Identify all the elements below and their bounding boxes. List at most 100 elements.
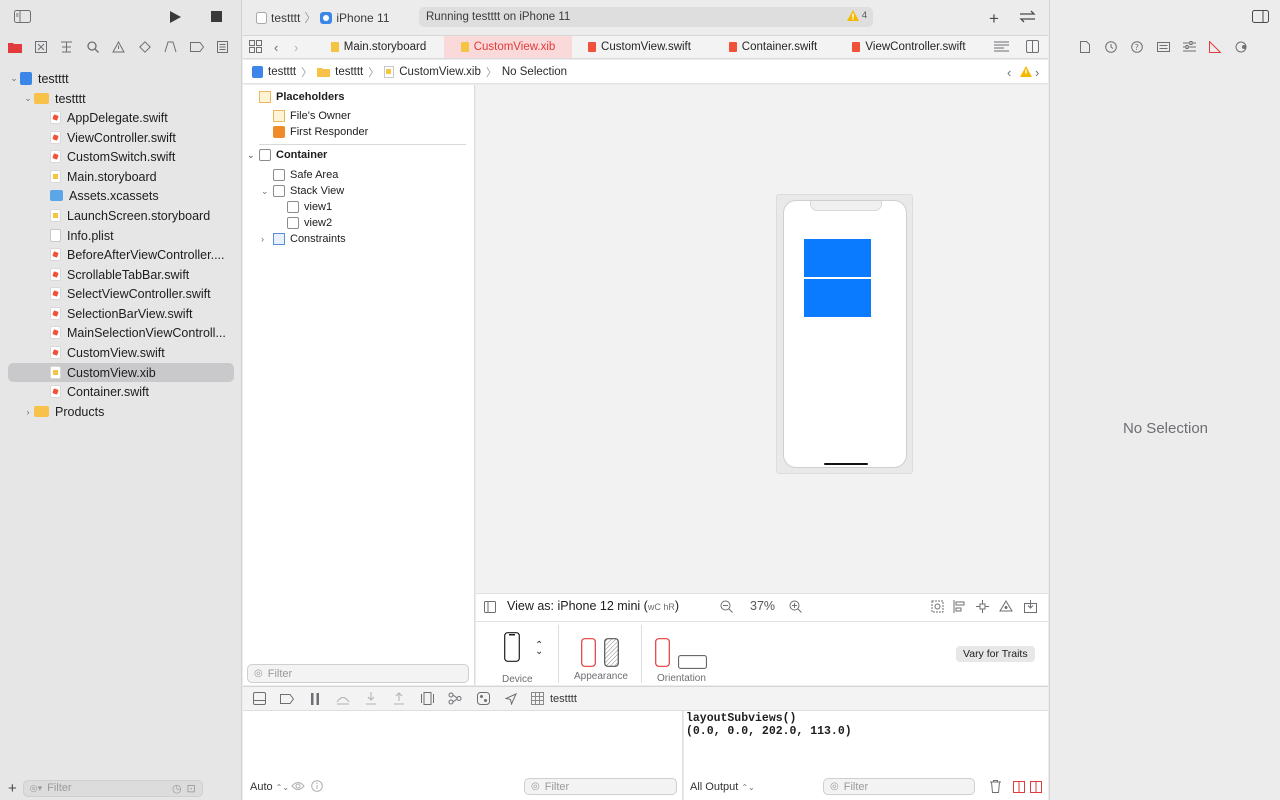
hide-debug-area-icon[interactable]: [251, 691, 267, 707]
landscape-orientation-icon[interactable]: [678, 655, 707, 669]
outline-safe-area[interactable]: Safe Area: [273, 167, 338, 183]
trash-icon[interactable]: [990, 780, 1001, 793]
navigator-item[interactable]: CustomView.xib: [8, 363, 234, 382]
sidebar-toggle-icon[interactable]: [14, 10, 31, 23]
navigator-item[interactable]: LaunchScreen.storyboard: [8, 206, 234, 225]
breakpoint-navigator-icon[interactable]: [188, 39, 205, 56]
test-navigator-icon[interactable]: [136, 39, 153, 56]
environment-overrides-icon[interactable]: [475, 691, 491, 707]
navigator-item[interactable]: Assets.xcassets: [8, 186, 234, 205]
breakpoints-toggle-icon[interactable]: [279, 691, 295, 707]
breadcrumb-selection[interactable]: No Selection: [502, 66, 567, 78]
console-filter-input[interactable]: ◎ Filter: [823, 778, 975, 795]
outline-placeholders-header[interactable]: Placeholders: [259, 89, 344, 105]
outline-filter-input[interactable]: ◎ Filter: [247, 664, 469, 683]
resolve-issues-icon[interactable]: [999, 600, 1013, 613]
navigator-item[interactable]: SelectViewController.swift: [8, 284, 234, 303]
file-inspector-icon[interactable]: [1077, 39, 1093, 55]
size-inspector-icon[interactable]: [1207, 39, 1223, 55]
activity-viewer[interactable]: Running testttt on iPhone 11 4: [419, 7, 873, 27]
navigator-filter-input[interactable]: ◎▾ Filter ◷ ⊡: [22, 779, 203, 797]
connections-inspector-icon[interactable]: [1233, 39, 1249, 55]
add-constraints-icon[interactable]: [976, 600, 989, 613]
console-output-select[interactable]: All Output ⌃⌄: [690, 777, 755, 797]
navigator-item[interactable]: › Products: [8, 402, 234, 421]
quick-look-icon[interactable]: [291, 781, 305, 791]
tab-viewcontroller-swift[interactable]: ViewController.swift: [839, 36, 979, 58]
show-console-icon[interactable]: [1030, 781, 1042, 793]
outline-view1[interactable]: view1: [287, 199, 332, 215]
next-issue-icon[interactable]: ›: [1035, 65, 1039, 80]
zoom-out-icon[interactable]: [720, 600, 733, 613]
warning-indicator[interactable]: 4: [846, 10, 867, 21]
outline-stack-view[interactable]: ⌄ Stack View: [261, 183, 344, 199]
zoom-level[interactable]: 37%: [750, 599, 775, 613]
scene-frame[interactable]: [776, 194, 913, 474]
folder-navigator-icon[interactable]: [6, 39, 23, 56]
find-navigator-icon[interactable]: [84, 39, 101, 56]
navigator-item[interactable]: ⌄ testttt: [8, 89, 234, 108]
tab-main-storyboard[interactable]: Main.storyboard: [313, 36, 444, 58]
simulate-location-icon[interactable]: [503, 691, 519, 707]
disclosure-closed-icon[interactable]: ›: [261, 234, 273, 244]
view2[interactable]: [804, 279, 871, 317]
update-frames-icon[interactable]: [931, 600, 944, 613]
outline-constraints[interactable]: › Constraints: [261, 231, 346, 247]
outline-container[interactable]: ⌄ Container: [247, 147, 327, 163]
scheme-selector[interactable]: testttt 〉 iPhone 11: [256, 9, 390, 26]
warning-icon[interactable]: [1020, 66, 1032, 77]
identity-inspector-icon[interactable]: [1155, 39, 1171, 55]
recent-files-icon[interactable]: ◷: [172, 782, 182, 795]
issue-navigator-icon[interactable]: [110, 39, 127, 56]
breadcrumb-group[interactable]: testttt: [335, 66, 363, 78]
vary-for-traits-button[interactable]: Vary for Traits: [956, 646, 1035, 662]
symbol-navigator-icon[interactable]: [58, 39, 75, 56]
attributes-inspector-icon[interactable]: [1181, 39, 1197, 55]
code-review-icon[interactable]: [1019, 10, 1036, 23]
step-out-icon[interactable]: [391, 691, 407, 707]
related-items-icon[interactable]: [249, 40, 262, 53]
show-variables-icon[interactable]: [1013, 781, 1025, 793]
variables-scope-select[interactable]: Auto ⌃⌄: [250, 777, 289, 797]
toggle-outline-icon[interactable]: [484, 601, 496, 613]
step-over-icon[interactable]: [335, 691, 351, 707]
disclosure-closed-icon[interactable]: ›: [22, 407, 34, 417]
outline-view2[interactable]: view2: [287, 215, 332, 231]
portrait-orientation-icon[interactable]: [655, 638, 670, 667]
split-editor-icon[interactable]: [1026, 40, 1039, 53]
view-as-label[interactable]: View as: iPhone 12 mini (wC hR): [507, 599, 679, 613]
navigator-item[interactable]: SelectionBarView.swift: [8, 304, 234, 323]
step-into-icon[interactable]: [363, 691, 379, 707]
zoom-in-icon[interactable]: [789, 600, 802, 613]
navigator-item[interactable]: BeforeAfterViewController....: [8, 245, 234, 264]
info-icon[interactable]: [311, 780, 323, 792]
embed-in-icon[interactable]: [1024, 600, 1037, 613]
device-stepper-down-icon[interactable]: ⌄: [535, 646, 543, 657]
light-appearance-icon[interactable]: [581, 638, 596, 667]
outline-files-owner[interactable]: File's Owner: [273, 108, 351, 124]
debug-memory-graph-icon[interactable]: [447, 691, 463, 707]
forward-icon[interactable]: ›: [294, 40, 298, 55]
interface-builder-canvas[interactable]: [476, 85, 1048, 593]
scm-filter-icon[interactable]: ⊡: [187, 782, 196, 795]
align-icon[interactable]: [953, 600, 966, 613]
disclosure-open-icon[interactable]: ⌄: [22, 93, 34, 104]
debug-target-selector[interactable]: testttt: [531, 692, 577, 705]
source-control-icon[interactable]: [32, 39, 49, 56]
quick-help-icon[interactable]: ?: [1129, 39, 1145, 55]
debug-navigator-icon[interactable]: [162, 39, 179, 56]
back-icon[interactable]: ‹: [274, 40, 278, 55]
report-navigator-icon[interactable]: [214, 39, 231, 56]
disclosure-open-icon[interactable]: ⌄: [8, 73, 20, 84]
tab-customview-swift[interactable]: CustomView.swift: [572, 36, 707, 58]
editor-options-icon[interactable]: [994, 41, 1009, 52]
history-inspector-icon[interactable]: [1103, 39, 1119, 55]
view1[interactable]: [804, 239, 871, 277]
navigator-item[interactable]: ScrollableTabBar.swift: [8, 265, 234, 284]
disclosure-open-icon[interactable]: ⌄: [261, 186, 273, 197]
tab-container-swift[interactable]: Container.swift: [707, 36, 839, 58]
navigator-item[interactable]: ⌄ testttt: [8, 69, 234, 88]
pause-icon[interactable]: [307, 691, 323, 707]
tab-customview-xib[interactable]: CustomView.xib: [444, 36, 572, 58]
navigator-item[interactable]: ViewController.swift: [8, 128, 234, 147]
